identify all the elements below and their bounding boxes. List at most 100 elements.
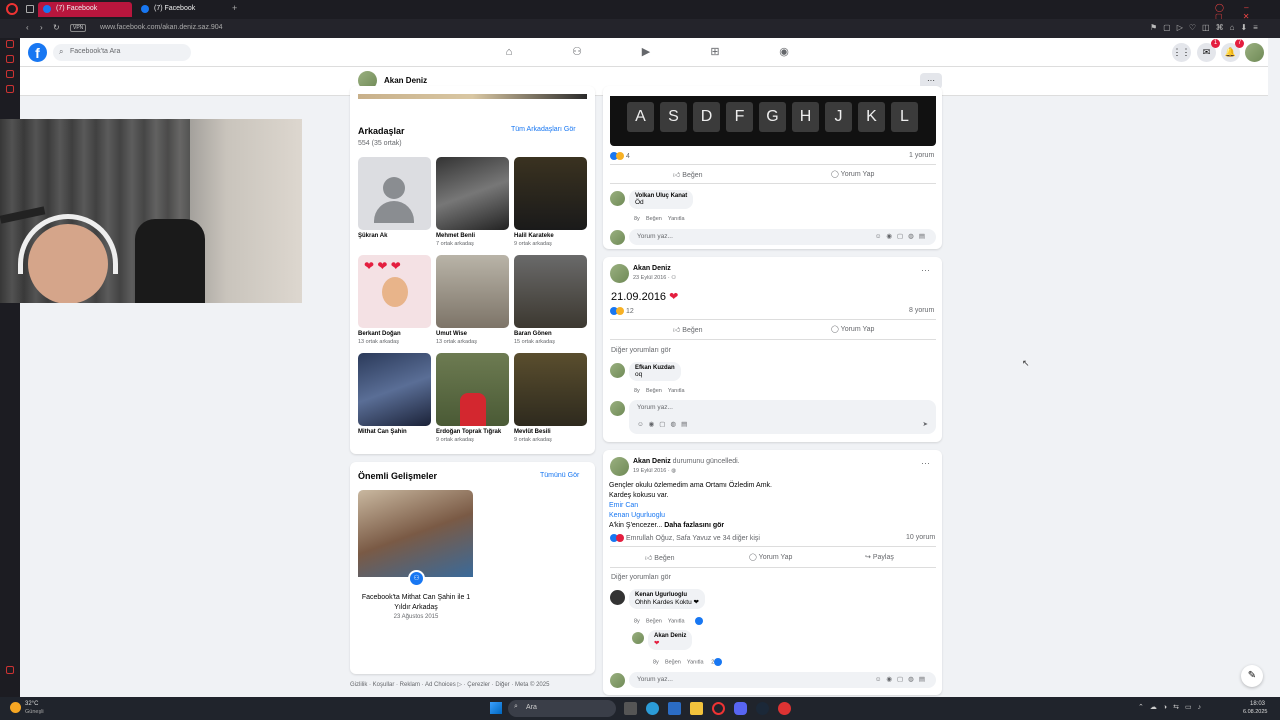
- facebook-logo-icon[interactable]: f: [28, 43, 47, 62]
- comment-reply-link[interactable]: Yanıtla: [668, 388, 685, 394]
- tab-facebook-active[interactable]: (7) Facebook: [38, 2, 132, 17]
- video-icon[interactable]: ▶: [639, 45, 653, 59]
- author-avatar[interactable]: [610, 264, 629, 283]
- friend-name[interactable]: Mithat Can Şahin: [358, 429, 438, 435]
- back-icon[interactable]: ‹: [26, 23, 29, 32]
- friend-photo-halil[interactable]: [514, 157, 587, 230]
- sidebar-icon[interactable]: [6, 666, 14, 674]
- steam-icon[interactable]: [756, 702, 769, 715]
- author-avatar[interactable]: [610, 457, 629, 476]
- friend-photo-mithat[interactable]: [358, 353, 431, 426]
- store-icon[interactable]: [668, 702, 681, 715]
- post-options-icon[interactable]: ···: [921, 458, 930, 468]
- share-button[interactable]: ↪ Paylaş: [865, 553, 894, 561]
- comment-like-link[interactable]: Beğen: [646, 388, 662, 394]
- comment-button[interactable]: ◯ Yorum Yap: [749, 553, 792, 561]
- start-button-icon[interactable]: [490, 702, 502, 714]
- url-field[interactable]: www.facebook.com/akan.deniz.saz.904: [100, 24, 223, 31]
- vpn-badge[interactable]: VPN: [70, 24, 87, 32]
- new-message-button[interactable]: ✎: [1241, 665, 1263, 687]
- app-icon[interactable]: [778, 702, 791, 715]
- menu-grid-icon[interactable]: ⋮⋮: [1172, 43, 1191, 62]
- see-all-friends-link[interactable]: Tüm Arkadaşları Gör: [511, 126, 576, 133]
- file-explorer-icon[interactable]: [690, 702, 703, 715]
- page-scrollbar[interactable]: [1268, 38, 1280, 697]
- commenter-avatar[interactable]: [610, 363, 625, 378]
- comment-button[interactable]: ◯ Yorum Yap: [831, 325, 874, 333]
- see-all-events-link[interactable]: Tümünü Gör: [540, 472, 579, 479]
- friend-name[interactable]: Baran Gönen: [514, 331, 594, 337]
- like-button[interactable]: 👍︎ Beğen: [645, 553, 675, 562]
- footer-links[interactable]: Gizlilik · Koşullar · Reklam · Ad Choice…: [350, 681, 549, 688]
- comment-count[interactable]: 10 yorum: [906, 534, 935, 541]
- friend-photo-berkant[interactable]: ❤ ❤ ❤: [358, 255, 431, 328]
- edge-icon[interactable]: [646, 702, 659, 715]
- friend-name[interactable]: Berkant Doğan: [358, 331, 438, 337]
- account-avatar[interactable]: [1245, 43, 1264, 62]
- comment-input[interactable]: Yorum yaz... ☺◉▢◍▤ ➤: [629, 400, 936, 434]
- taskbar-search[interactable]: ⌕ Ara: [508, 700, 616, 717]
- reactions-summary[interactable]: 4: [610, 152, 630, 160]
- friend-photo-sukran[interactable]: [358, 157, 431, 230]
- comment-tools-icons[interactable]: ☺◉▢◍▤: [875, 232, 930, 240]
- sidebar-icon[interactable]: [6, 70, 14, 78]
- sidebar-icon[interactable]: [6, 55, 14, 63]
- post-date[interactable]: 23 Eylül 2016 · ⚇: [633, 275, 676, 281]
- friend-name[interactable]: Şükran Ak: [358, 233, 438, 239]
- friend-photo-umut[interactable]: [436, 255, 509, 328]
- comment-input[interactable]: Yorum yaz... ☺◉▢◍▤: [629, 229, 936, 245]
- tab-menu-icon[interactable]: [26, 5, 34, 13]
- see-more-link[interactable]: Daha fazlasını gör: [664, 522, 724, 529]
- post-options-icon[interactable]: ···: [921, 265, 930, 275]
- search-input[interactable]: ⌕ Facebook'ta Ara: [53, 44, 191, 61]
- opera-icon[interactable]: [712, 702, 725, 715]
- reactions-summary[interactable]: 12: [610, 307, 634, 315]
- see-more-comments-link[interactable]: Diğer yorumları gör: [611, 347, 671, 354]
- post-date[interactable]: 19 Eylül 2016 · ◍: [633, 468, 676, 474]
- send-icon[interactable]: ➤: [923, 420, 928, 428]
- task-view-icon[interactable]: [624, 702, 637, 715]
- friend-photo-baran[interactable]: [514, 255, 587, 328]
- marketplace-icon[interactable]: ⊞: [708, 45, 722, 59]
- discord-icon[interactable]: [734, 702, 747, 715]
- comment-like-link[interactable]: Beğen: [646, 618, 662, 624]
- post-author[interactable]: Akan Deniz: [633, 265, 671, 272]
- system-tray-icons[interactable]: ⌃☁◑⇆▭♪: [1138, 703, 1207, 711]
- clock-time[interactable]: 18:03: [1250, 701, 1265, 707]
- comment-button[interactable]: ◯ Yorum Yap: [831, 170, 874, 178]
- post-image[interactable]: A S D F G H J K L: [610, 96, 936, 146]
- friend-name[interactable]: Erdoğan Toprak Tığrak: [436, 429, 516, 435]
- mention-link[interactable]: Emir Can: [609, 501, 772, 511]
- reply-like-link[interactable]: Beğen: [665, 659, 681, 665]
- mention-link[interactable]: Kenan Ugurluoglu: [609, 511, 772, 521]
- groups-icon[interactable]: ◉: [777, 45, 791, 59]
- comment-count[interactable]: 8 yorum: [909, 307, 934, 314]
- post-author[interactable]: Akan Deniz: [633, 458, 671, 465]
- weather-icon[interactable]: [10, 702, 21, 713]
- friend-name[interactable]: Umut Wise: [436, 331, 516, 337]
- messenger-icon[interactable]: ✉ 1: [1197, 39, 1220, 62]
- reload-icon[interactable]: ↻: [53, 23, 60, 32]
- new-tab-button[interactable]: +: [232, 3, 237, 13]
- profile-name[interactable]: Akan Deniz: [384, 76, 427, 85]
- comment-like-link[interactable]: Beğen: [646, 216, 662, 222]
- commenter-avatar[interactable]: [610, 191, 625, 206]
- friend-photo-mevlut[interactable]: [514, 353, 587, 426]
- like-button[interactable]: 👍︎ Beğen: [673, 325, 703, 334]
- forward-icon[interactable]: ›: [40, 23, 43, 32]
- reply-avatar[interactable]: [632, 632, 644, 644]
- notifications-icon[interactable]: 🔔 7: [1221, 39, 1244, 62]
- friend-name[interactable]: Mehmet Benli: [436, 233, 516, 239]
- comment-tools-icons[interactable]: ☺◉▢◍▤: [875, 675, 930, 683]
- friend-photo-erdogan[interactable]: [436, 353, 509, 426]
- commenter-avatar[interactable]: [610, 590, 625, 605]
- friend-photo-mehmet[interactable]: [436, 157, 509, 230]
- friends-icon[interactable]: ⚇: [570, 45, 584, 59]
- reactions-summary[interactable]: Emrullah Oğuz, Safa Yavuz ve 34 diğer ki…: [610, 534, 760, 542]
- see-more-comments-link[interactable]: Diğer yorumları gör: [611, 574, 671, 581]
- friend-name[interactable]: Halil Karateke: [514, 233, 594, 239]
- home-icon[interactable]: ⌂: [502, 45, 516, 59]
- comment-count[interactable]: 1 yorum: [909, 152, 934, 159]
- clock-date[interactable]: 6.08.2025: [1243, 709, 1267, 715]
- friend-name[interactable]: Mevlüt Besili: [514, 429, 594, 435]
